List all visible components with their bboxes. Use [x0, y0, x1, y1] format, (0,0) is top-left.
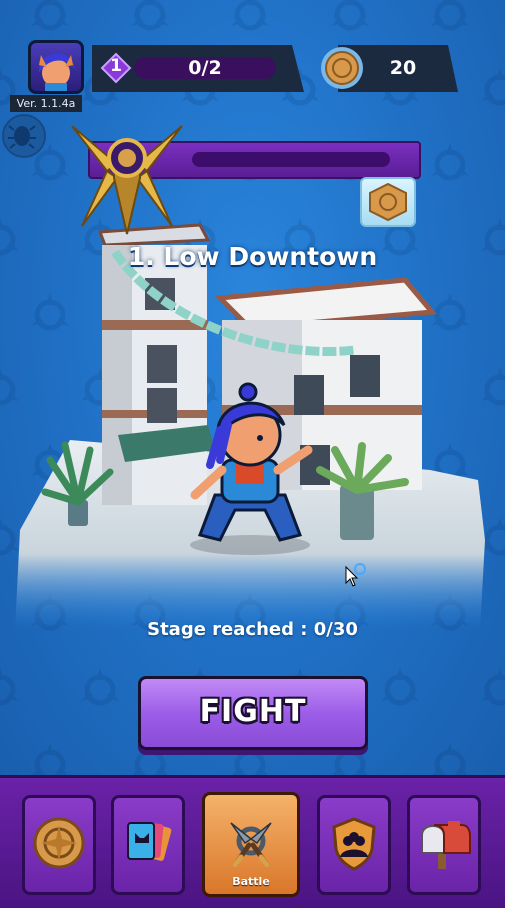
coin-count: 20 [389, 57, 417, 79]
crossed-blades-emblem-icon [71, 125, 183, 235]
mailbox-icon [421, 821, 471, 870]
level-bar: 1 0/2 [92, 45, 304, 92]
stage-reached-text: Stage reached : 0/30 [147, 619, 358, 640]
avatar-portrait-icon [38, 53, 75, 91]
nav-cards-button[interactable] [111, 795, 185, 895]
level-progress-text: 0/2 [134, 57, 276, 79]
version-label: Ver. 1.1.4a [10, 95, 82, 112]
bug-icon [8, 125, 36, 149]
stage-scene [15, 223, 485, 630]
guild-shield-icon [332, 817, 376, 871]
nav-battle-button[interactable]: Battle [202, 792, 300, 897]
player-avatar[interactable] [28, 40, 84, 94]
bug-report-button[interactable] [2, 114, 46, 158]
fight-button-label: FIGHT [199, 694, 307, 729]
nav-shop-button[interactable] [22, 795, 96, 895]
nav-battle-label: Battle [232, 875, 270, 888]
coin-bar: 20 [318, 45, 458, 92]
coin-medallion-icon [33, 817, 85, 869]
crossed-blades-icon [230, 821, 272, 868]
level-number: 1 [110, 56, 122, 76]
stage-progress-fill-track [192, 152, 390, 167]
reward-coin-icon [369, 182, 407, 222]
nav-guild-button[interactable] [317, 795, 391, 895]
bottom-nav: Battle [0, 775, 505, 908]
stage-title: 1. Low Downtown [127, 242, 378, 271]
coin-icon [321, 47, 363, 89]
nav-mail-button[interactable] [407, 795, 481, 895]
cards-icon [127, 822, 172, 861]
fight-button[interactable]: FIGHT [138, 676, 368, 750]
stage-reward-chest[interactable] [360, 177, 416, 227]
